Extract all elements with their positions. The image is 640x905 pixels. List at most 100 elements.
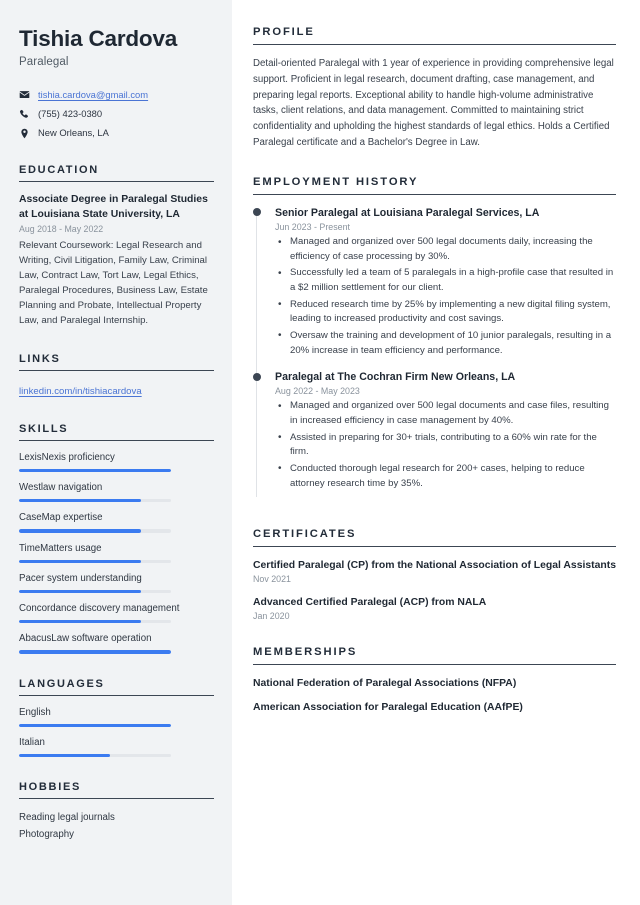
skills-list: LexisNexis proficiency Westlaw navigation… [19, 451, 214, 654]
skill-level-fill [19, 468, 171, 473]
skill-item: Concordance discovery management [19, 602, 214, 624]
employment-date: Aug 2022 - May 2023 [275, 386, 360, 397]
employment-bullet: Successfully led a team of 5 paralegals … [275, 266, 616, 296]
skill-item: TimeMatters usage [19, 542, 214, 563]
employment-bullet: Managed and organized over 500 legal doc… [275, 235, 616, 265]
skill-label: CaseMap expertise [19, 512, 103, 524]
skill-level-bar [19, 468, 171, 473]
employment-bullet: Oversaw the training and development of … [275, 328, 616, 359]
contact-email-row: tishia.cardova@gmail.com [19, 88, 214, 102]
employment-timeline: Senior Paralegal at Louisiana Paralegal … [253, 206, 616, 503]
employment-bullet-list: Managed and organized over 500 legal doc… [275, 399, 616, 491]
section-skills: SKILLS LexisNexis proficiency Westlaw nav… [19, 423, 214, 654]
skill-level-fill [19, 529, 141, 533]
languages-heading: LANGUAGES [19, 678, 214, 696]
timeline-dot-icon [253, 208, 261, 217]
hobby-item: Reading legal journals [19, 812, 115, 824]
memberships-list: National Federation of Paralegal Associa… [253, 676, 616, 715]
phone-text: (755) 423-0380 [38, 107, 103, 119]
certificate-date: Nov 2021 [253, 574, 291, 585]
skill-label: Pacer system understanding [19, 572, 142, 584]
language-level-bar [19, 753, 171, 758]
employment-bullet: Reduced research time by 25% by implemen… [275, 297, 616, 328]
language-level-fill [19, 753, 111, 758]
name-block: Tishia Cardova Paralegal [19, 26, 214, 68]
memberships-heading: MEMBERSHIPS [253, 646, 616, 666]
skill-level-bar [19, 529, 171, 533]
skill-level-fill [19, 650, 171, 654]
language-item: Italian [19, 736, 214, 758]
skill-label: TimeMatters usage [19, 542, 102, 554]
linkedin-link[interactable]: linkedin.com/in/tishiacardova [19, 386, 142, 397]
skill-level-bar [19, 589, 171, 594]
skill-level-fill [19, 620, 141, 624]
language-item: English [19, 706, 214, 727]
timeline-dot-icon [253, 372, 261, 381]
employment-heading: EMPLOYMENT HISTORY [253, 176, 616, 195]
skill-label: Westlaw navigation [19, 482, 103, 494]
employment-bullet: Assisted in preparing for 30+ trials, co… [275, 430, 616, 461]
resume-page: Tishia Cardova Paralegal tishia.cardova@… [0, 0, 640, 905]
candidate-name: Tishia Cardova [19, 26, 178, 51]
contact-location-row: New Orleans, LA [19, 126, 214, 140]
hobby-item: Photography [19, 829, 74, 841]
skill-level-bar [19, 620, 171, 624]
employment-title: Senior Paralegal at Louisiana Paralegal … [275, 206, 540, 219]
hobbies-list: Reading legal journals Photography [19, 809, 214, 844]
education-description: Relevant Coursework: Legal Research and … [19, 240, 208, 326]
main-column: PROFILE Detail-oriented Paralegal with 1… [232, 0, 640, 905]
certificate-item: Certified Paralegal (CP) from the Nation… [253, 558, 616, 584]
email-link[interactable]: tishia.cardova@gmail.com [38, 88, 148, 102]
section-hobbies: HOBBIES Reading legal journals Photograph… [19, 781, 214, 844]
education-date: Aug 2018 - May 2022 [19, 224, 104, 235]
language-label: Italian [19, 736, 45, 748]
location-pin-icon [19, 128, 30, 139]
profile-heading: PROFILE [253, 26, 616, 45]
employment-bullet: Managed and organized over 500 legal doc… [275, 399, 616, 429]
section-memberships: MEMBERSHIPS National Federation of Paral… [253, 646, 616, 715]
skill-item: Westlaw navigation [19, 481, 214, 503]
employment-bullet-list: Managed and organized over 500 legal doc… [275, 235, 616, 358]
employment-bullet: Conducted thorough legal research for 20… [275, 461, 616, 492]
employment-date: Jun 2023 - Present [275, 222, 350, 233]
section-links: LINKS linkedin.com/in/tishiacardova [19, 353, 214, 399]
language-label: English [19, 706, 51, 718]
skill-item: LexisNexis proficiency [19, 451, 214, 473]
candidate-job-title: Paralegal [19, 55, 69, 68]
contact-phone-row: (755) 423-0380 [19, 107, 214, 121]
phone-icon [19, 109, 30, 120]
contact-list: tishia.cardova@gmail.com (755) 423-0380 … [19, 88, 214, 140]
certificates-heading: CERTIFICATES [253, 528, 616, 547]
education-title: Associate Degree in Paralegal Studies at… [19, 194, 208, 221]
section-education: EDUCATION Associate Degree in Paralegal … [19, 164, 214, 328]
profile-text: Detail-oriented Paralegal with 1 year of… [253, 58, 614, 149]
envelope-icon [19, 89, 30, 100]
membership-item: National Federation of Paralegal Associa… [253, 678, 517, 690]
employment-title: Paralegal at The Cochran Firm New Orlean… [275, 371, 516, 384]
certificate-item: Advanced Certified Paralegal (ACP) from … [253, 595, 616, 621]
certificates-list: Certified Paralegal (CP) from the Nation… [253, 558, 616, 621]
skill-label: Concordance discovery management [19, 603, 180, 615]
certificate-name: Certified Paralegal (CP) from the Nation… [253, 560, 616, 571]
skill-level-bar [19, 650, 171, 654]
language-level-fill [19, 723, 171, 727]
skill-label: AbacusLaw software operation [19, 633, 152, 645]
section-certificates: CERTIFICATES Certified Paralegal (CP) fr… [253, 528, 616, 621]
section-employment: EMPLOYMENT HISTORY Senior Paralegal at L… [253, 176, 616, 503]
skill-label: LexisNexis proficiency [19, 451, 115, 463]
languages-list: English Italian [19, 706, 214, 758]
section-profile: PROFILE Detail-oriented Paralegal with 1… [253, 26, 616, 151]
location-text: New Orleans, LA [38, 127, 109, 139]
skill-level-fill [19, 499, 141, 503]
employment-item: Senior Paralegal at Louisiana Paralegal … [253, 206, 616, 375]
language-level-bar [19, 723, 171, 727]
section-languages: LANGUAGES English Italian [19, 678, 214, 758]
certificate-date: Jan 2020 [253, 611, 290, 622]
skill-level-bar [19, 559, 171, 563]
skill-item: Pacer system understanding [19, 572, 214, 594]
skill-level-bar [19, 499, 171, 503]
education-heading: EDUCATION [19, 164, 214, 183]
sidebar: Tishia Cardova Paralegal tishia.cardova@… [0, 0, 232, 905]
skill-item: CaseMap expertise [19, 511, 214, 533]
employment-item: Paralegal at The Cochran Firm New Orlean… [253, 370, 616, 503]
